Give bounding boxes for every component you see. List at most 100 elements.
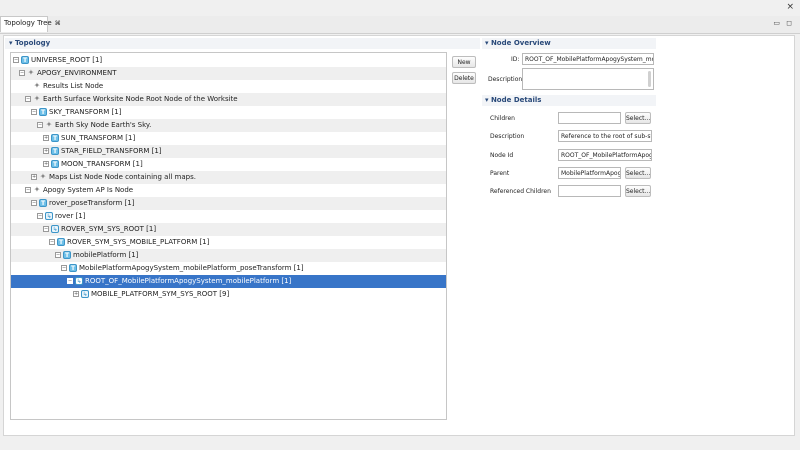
collapse-icon[interactable]: −: [55, 252, 61, 258]
tree-row-label: rover_poseTransform [1]: [49, 199, 135, 207]
expand-icon[interactable]: +: [31, 174, 37, 180]
window-close-icon[interactable]: ×: [786, 2, 794, 12]
tree-row[interactable]: − ✦ Apogy System AP Is Node: [11, 184, 446, 197]
tree-row[interactable]: + T STAR_FIELD_TRANSFORM [1]: [11, 145, 446, 158]
tree-row-label: ROVER_SYM_SYS_MOBILE_PLATFORM [1]: [67, 238, 210, 246]
transform-node-icon: T: [21, 56, 29, 64]
referenced-children-label: Referenced Children: [490, 188, 551, 195]
tree-row-label: ROOT_OF_MobilePlatformApogySystem_mobile…: [85, 277, 292, 285]
referenced-children-field[interactable]: [558, 185, 621, 197]
tree-row-label: MOON_TRANSFORM [1]: [61, 160, 143, 168]
expand-icon[interactable]: +: [73, 291, 79, 297]
group-node-icon: ✦: [33, 185, 41, 194]
tree-row[interactable]: − ✦ Earth Sky Node Earth's Sky.: [11, 119, 446, 132]
details-description-field[interactable]: Reference to the root of sub-syst: [558, 130, 652, 142]
expand-icon[interactable]: +: [43, 148, 49, 154]
tree-row[interactable]: − ↳ ROVER_SYM_SYS_ROOT [1]: [11, 223, 446, 236]
tree-row-label: ROVER_SYM_SYS_ROOT [1]: [61, 225, 157, 233]
parent-field[interactable]: MobilePlatformApogyS: [558, 167, 621, 179]
expand-icon[interactable]: +: [43, 135, 49, 141]
tree-row-label: rover [1]: [55, 212, 86, 220]
reference-node-icon: ↳: [51, 225, 59, 233]
parent-select-button[interactable]: Select...: [625, 167, 651, 179]
tree-row-label: UNIVERSE_ROOT [1]: [31, 56, 103, 64]
tab-title: Topology Tree: [4, 19, 52, 27]
tree-row-label: Results List Node: [43, 82, 104, 90]
collapse-icon[interactable]: −: [31, 109, 37, 115]
collapse-icon[interactable]: −: [37, 122, 43, 128]
children-label: Children: [490, 115, 515, 122]
reference-node-icon: ↳: [45, 212, 53, 220]
tree-row[interactable]: − T UNIVERSE_ROOT [1]: [11, 54, 446, 67]
tree-row-label: mobilePlatform [1]: [73, 251, 139, 259]
group-node-icon: ✦: [27, 68, 35, 77]
new-button[interactable]: New: [452, 56, 476, 68]
maximize-icon[interactable]: ◻: [786, 19, 792, 27]
window-titlebar: [0, 0, 800, 16]
group-node-icon: ✦: [39, 172, 47, 181]
tree-row[interactable]: + T SUN_TRANSFORM [1]: [11, 132, 446, 145]
children-field[interactable]: [558, 112, 621, 124]
collapse-icon[interactable]: −: [49, 239, 55, 245]
id-field[interactable]: ROOT_OF_MobilePlatformApogySystem_mobil: [522, 53, 654, 65]
reference-node-icon: ↳: [81, 290, 89, 298]
tree-row-label: Maps List Node Node containing all maps.: [49, 173, 196, 181]
tab-close-icon[interactable]: ⌘: [55, 20, 61, 27]
tree-row-label: SKY_TRANSFORM [1]: [49, 108, 122, 116]
tree-row[interactable]: − ✦ APOGY_ENVIRONMENT: [11, 67, 446, 80]
tree-row[interactable]: − ↳ rover [1]: [11, 210, 446, 223]
collapse-icon[interactable]: −: [13, 57, 19, 63]
collapse-icon[interactable]: −: [67, 278, 73, 284]
transform-node-icon: T: [51, 147, 59, 155]
transform-node-icon: T: [51, 160, 59, 168]
transform-node-icon: T: [39, 199, 47, 207]
delete-button[interactable]: Delete: [452, 72, 476, 84]
group-node-icon: ✦: [33, 94, 41, 103]
collapse-icon[interactable]: −: [37, 213, 43, 219]
collapse-icon[interactable]: −: [61, 265, 67, 271]
topology-section: [5, 38, 480, 49]
tree-row[interactable]: − Trover_poseTransform [1]: [11, 197, 446, 210]
details-description-label: Description: [490, 133, 525, 140]
description-label: Description:: [488, 76, 525, 83]
description-textarea[interactable]: [522, 68, 654, 90]
transform-node-icon: T: [69, 264, 77, 272]
tree-row-label: MobilePlatformApogySystem_mobilePlatform…: [79, 264, 304, 272]
reference-node-icon: ↳: [75, 277, 83, 285]
collapse-icon[interactable]: −: [25, 96, 31, 102]
tree-row[interactable]: + ↳ MOBILE_PLATFORM_SYM_SYS_ROOT [9]: [11, 288, 446, 301]
group-node-icon: ✦: [45, 120, 53, 129]
tree-row[interactable]: + T MOON_TRANSFORM [1]: [11, 158, 446, 171]
collapse-icon[interactable]: −: [31, 200, 37, 206]
collapse-icon[interactable]: −: [43, 226, 49, 232]
tree-row[interactable]: − ✦ Earth Surface Worksite Node Root Node …: [11, 93, 446, 106]
children-select-button[interactable]: Select...: [625, 112, 651, 124]
tree-row[interactable]: − ↳ ROOT_OF_MobilePlatformApogySystem_mobi…: [11, 275, 446, 288]
node-overview-header[interactable]: ▾ Node Overview: [485, 39, 551, 47]
tree-row[interactable]: − T ROVER_SYM_SYS_MOBILE_PLATFORM [1]: [11, 236, 446, 249]
tree-row[interactable]: − T SKY_TRANSFORM [1]: [11, 106, 446, 119]
minimize-icon[interactable]: ▭: [773, 19, 780, 27]
referenced-children-select-button[interactable]: Select...: [625, 185, 651, 197]
id-label: ID:: [511, 56, 520, 63]
tree-row-label: APOGY_ENVIRONMENT: [37, 69, 117, 77]
collapse-arrow-icon: ▾: [485, 96, 489, 104]
tree-row[interactable]: − TmobilePlatform [1]: [11, 249, 446, 262]
group-node-icon: ✦: [33, 81, 41, 90]
node-details-header[interactable]: ▾ Node Details: [485, 96, 541, 104]
tree-row-label: SUN_TRANSFORM [1]: [61, 134, 136, 142]
tree-row[interactable]: + ✦ Maps List Node Node containing all map…: [11, 171, 446, 184]
tab-topology-tree[interactable]: Topology Tree ⌘: [0, 16, 61, 32]
expand-icon[interactable]: +: [43, 161, 49, 167]
description-scrollbar[interactable]: [648, 71, 651, 87]
tree-row[interactable]: − T MobilePlatformApogySystem_mobilePlatfo…: [11, 262, 446, 275]
collapse-arrow-icon: ▾: [9, 39, 13, 47]
collapse-icon[interactable]: −: [25, 187, 31, 193]
collapse-arrow-icon: ▾: [485, 39, 489, 47]
topology-tree[interactable]: − T UNIVERSE_ROOT [1] − ✦ APOGY_ENVIRONMENT ✦ R…: [10, 52, 447, 420]
tree-row-label: STAR_FIELD_TRANSFORM [1]: [61, 147, 162, 155]
tree-row[interactable]: ✦ Results List Node: [11, 80, 446, 93]
topology-header[interactable]: ▾ Topology: [9, 39, 50, 47]
node-id-field[interactable]: ROOT_OF_MobilePlatformApogyS: [558, 149, 652, 161]
collapse-icon[interactable]: −: [19, 70, 25, 76]
